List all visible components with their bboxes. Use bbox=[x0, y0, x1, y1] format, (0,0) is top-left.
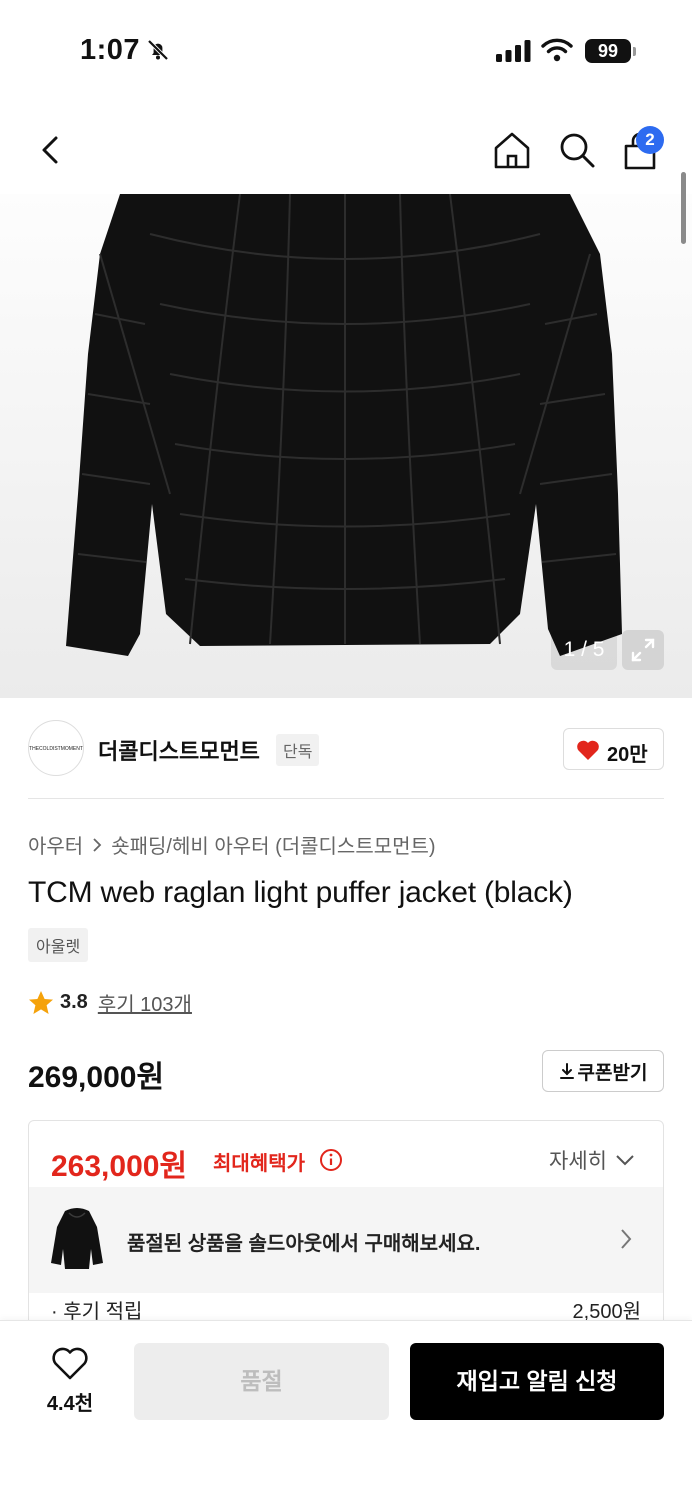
coupon-label: 쿠폰받기 bbox=[577, 1062, 648, 1084]
rating-score: 3.8 bbox=[60, 991, 88, 1013]
max-benefit-label: 최대혜택가 bbox=[213, 1153, 305, 1175]
heart-filled-icon bbox=[577, 740, 599, 760]
breadcrumb: 아우터 숏패딩/헤비 아우터 (더콜디스트모먼트) bbox=[28, 830, 436, 859]
jacket-thumbnail bbox=[51, 1208, 103, 1269]
wifi-icon bbox=[541, 38, 573, 67]
breadcrumb-category[interactable]: 아우터 bbox=[28, 830, 83, 859]
scrollbar-thumb[interactable] bbox=[681, 172, 686, 244]
benefit-detail-toggle[interactable]: 자세히 bbox=[549, 1145, 635, 1175]
battery-tip bbox=[633, 47, 636, 56]
rating-row: 3.8 후기 103개 bbox=[28, 988, 192, 1017]
top-navigation bbox=[0, 110, 692, 190]
cart-count-badge: 2 bbox=[636, 126, 664, 154]
original-price: 269,000원 bbox=[28, 1061, 165, 1094]
restock-alert-button[interactable]: 재입고 알림 신청 bbox=[410, 1343, 664, 1420]
star-icon bbox=[29, 991, 53, 1014]
brand-row: THECOLDISTMOMENT 더콜디스트모먼트 단독 20만 bbox=[0, 718, 692, 778]
brand-logo[interactable]: THECOLDISTMOMENT bbox=[28, 720, 84, 776]
outlet-tag: 아울렛 bbox=[28, 928, 89, 962]
wishlist-button[interactable]: 4.4천 bbox=[34, 1347, 106, 1419]
status-bar: 1:07 99 bbox=[0, 0, 692, 100]
bottom-action-bar: 4.4천 품절 재입고 알림 신청 bbox=[0, 1320, 692, 1500]
max-benefit-price: 263,000원 bbox=[51, 1150, 188, 1183]
soldout-market-banner[interactable]: 품절된 상품을 솔드아웃에서 구매해보세요. bbox=[29, 1187, 663, 1293]
breadcrumb-subcategory[interactable]: 숏패딩/헤비 아우터 (더콜디스트모먼트) bbox=[111, 830, 435, 859]
chevron-right-icon bbox=[93, 837, 102, 852]
info-icon[interactable] bbox=[319, 1148, 343, 1177]
review-count-link[interactable]: 후기 103개 bbox=[98, 988, 192, 1017]
brand-like-button[interactable]: 20만 bbox=[563, 728, 664, 770]
brand-name-link[interactable]: 더콜디스트모먼트 bbox=[98, 734, 260, 766]
wishlist-count: 4.4천 bbox=[46, 1393, 94, 1415]
status-time: 1:07 bbox=[80, 34, 141, 66]
brand-like-count: 20만 bbox=[607, 744, 648, 766]
coupon-download-button[interactable]: 쿠폰받기 bbox=[542, 1050, 664, 1092]
home-button[interactable] bbox=[490, 128, 534, 172]
exclusive-tag: 단독 bbox=[276, 734, 320, 766]
divider bbox=[28, 798, 664, 799]
soldout-banner-text: 품절된 상품을 솔드아웃에서 구매해보세요. bbox=[127, 1233, 481, 1255]
soldout-button[interactable]: 품절 bbox=[134, 1343, 389, 1420]
product-image bbox=[66, 194, 622, 656]
cellular-signal-icon bbox=[496, 40, 532, 67]
chevron-right-icon bbox=[621, 1229, 632, 1249]
chevron-down-icon bbox=[616, 1155, 634, 1166]
heart-outline-icon bbox=[52, 1347, 88, 1380]
back-button[interactable] bbox=[30, 128, 70, 172]
max-benefit-panel: 263,000원 최대혜택가 자세히 품절된 상품을 솔드아웃에서 구매해보세요… bbox=[28, 1120, 664, 1330]
product-image-gallery[interactable]: 1 / 5 bbox=[0, 194, 692, 698]
bell-off-icon bbox=[146, 38, 170, 67]
battery-indicator: 99 bbox=[585, 39, 631, 63]
product-title: TCM web raglan light puffer jacket (blac… bbox=[28, 876, 573, 909]
search-button[interactable] bbox=[555, 128, 599, 172]
image-page-counter: 1 / 5 bbox=[551, 630, 617, 670]
download-icon bbox=[559, 1063, 574, 1079]
detail-toggle-label: 자세히 bbox=[549, 1150, 607, 1173]
fullscreen-button[interactable] bbox=[622, 630, 664, 670]
